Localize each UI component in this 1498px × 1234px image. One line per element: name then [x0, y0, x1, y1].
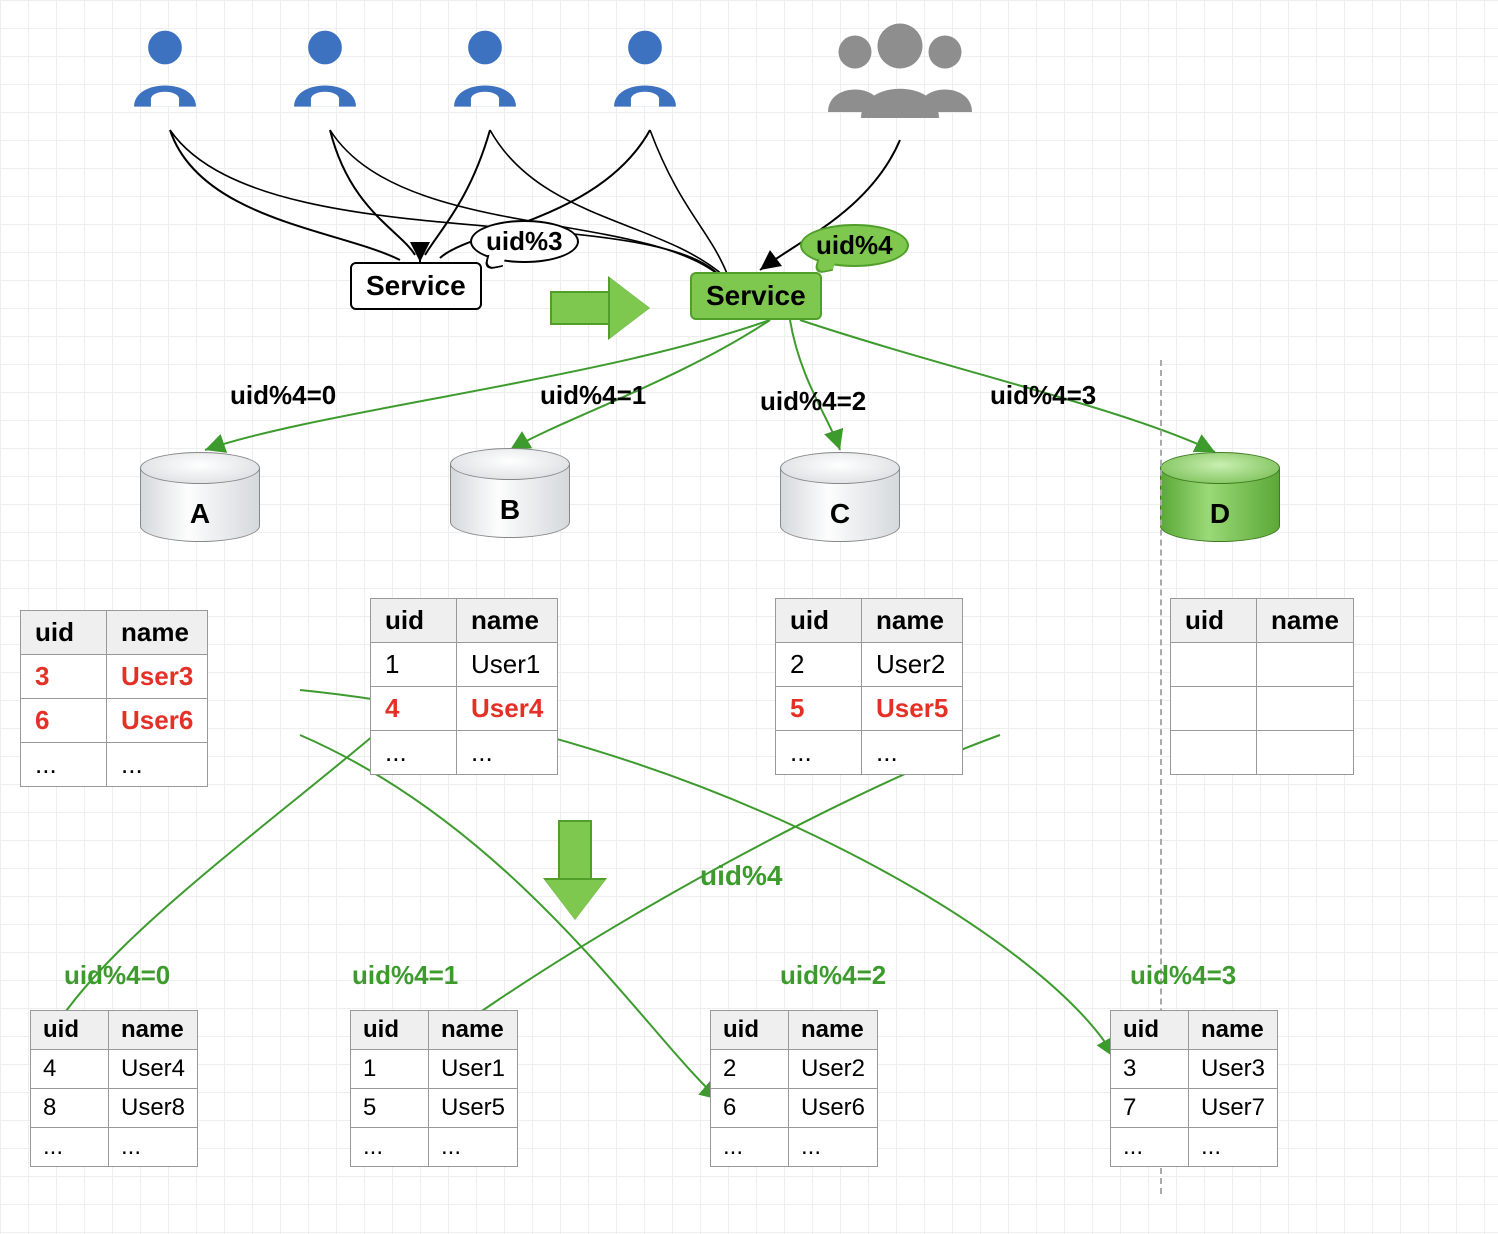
col-name: name — [107, 611, 208, 655]
database-c-icon: C — [780, 452, 900, 542]
database-d-label: D — [1160, 498, 1280, 530]
route-label-bottom-3: uid%4=3 — [1130, 960, 1236, 991]
service-new-bubble: uid%4 — [800, 224, 909, 267]
route-label-bottom-0: uid%4=0 — [64, 960, 170, 991]
col-uid: uid — [21, 611, 107, 655]
database-d-icon: D — [1160, 452, 1280, 542]
route-label-bottom-2: uid%4=2 — [780, 960, 886, 991]
database-a-label: A — [140, 498, 260, 530]
route-label-bottom-1: uid%4=1 — [352, 960, 458, 991]
service-new-label: Service — [706, 280, 806, 311]
database-a-icon: A — [140, 452, 260, 542]
table-top-c: uidname 2User2 5User5 ...... — [775, 598, 963, 775]
arrow-down-icon — [545, 820, 605, 920]
user-icon — [600, 20, 690, 120]
service-new-box: Service — [690, 272, 822, 320]
route-label-top-0: uid%4=0 — [230, 380, 336, 411]
table-bottom-0: uidname 4User4 8User8 ...... — [30, 1010, 198, 1167]
table-bottom-1: uidname 1User1 5User5 ...... — [350, 1010, 518, 1167]
user-icon — [440, 20, 530, 120]
route-label-top-2: uid%4=2 — [760, 386, 866, 417]
database-c-label: C — [780, 498, 900, 530]
table-bottom-3: uidname 3User3 7User7 ...... — [1110, 1010, 1278, 1167]
user-icon — [120, 20, 210, 120]
table-top-b: uidname 1User1 4User4 ...... — [370, 598, 558, 775]
database-b-icon: B — [450, 448, 570, 538]
route-label-top-3: uid%4=3 — [990, 380, 1096, 411]
arrow-right-icon — [550, 278, 650, 338]
service-old-label: Service — [366, 270, 466, 301]
table-bottom-2: uidname 2User2 6User6 ...... — [710, 1010, 878, 1167]
table-top-a: uidname 3User3 6User6 ...... — [20, 610, 208, 787]
service-old-bubble: uid%3 — [470, 220, 579, 263]
table-top-d: uidname — [1170, 598, 1354, 775]
user-group-icon — [810, 18, 990, 128]
mid-label: uid%4 — [700, 860, 782, 892]
service-old-box: Service — [350, 262, 482, 310]
database-b-label: B — [450, 494, 570, 526]
service-old-bubble-text: uid%3 — [486, 226, 563, 256]
service-new-bubble-text: uid%4 — [816, 230, 893, 260]
route-label-top-1: uid%4=1 — [540, 380, 646, 411]
user-icon — [280, 20, 370, 120]
